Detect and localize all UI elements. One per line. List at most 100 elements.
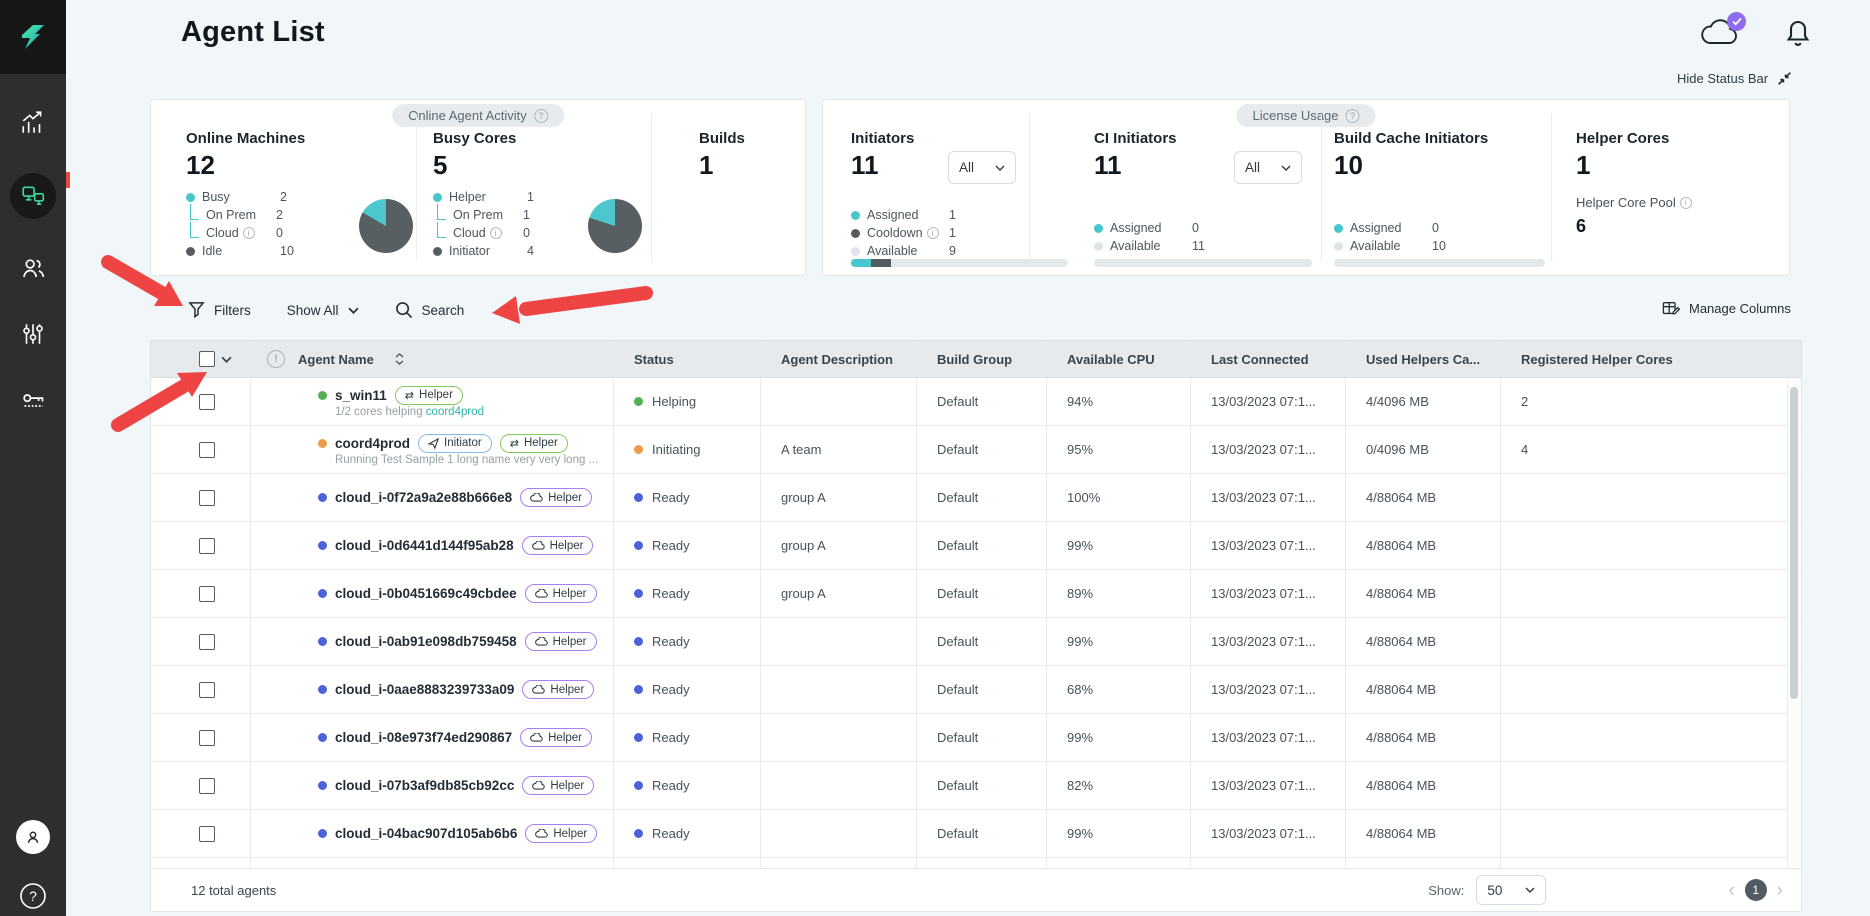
legend-dot — [1334, 242, 1343, 251]
table-row[interactable]: cloud_i-0d6441d144f95ab28 Helper Ready g… — [151, 522, 1801, 570]
header-last-connected[interactable]: Last Connected — [1191, 341, 1346, 377]
agent-list-page: ? Agent List Hide Status Bar — [0, 0, 1870, 916]
info-icon[interactable]: i — [1680, 197, 1692, 209]
filters-button[interactable]: Filters — [188, 301, 251, 319]
registered-helper-cores — [1501, 522, 1801, 569]
info-icon[interactable]: ? — [1346, 109, 1360, 123]
manage-columns-button[interactable]: Manage Columns — [1662, 300, 1791, 317]
sort-icon[interactable] — [395, 353, 404, 365]
agent-description: A team — [761, 426, 917, 473]
scrollbar-thumb[interactable] — [1790, 387, 1798, 699]
page-size-select[interactable]: 50 — [1476, 875, 1546, 905]
status-dot — [634, 685, 643, 694]
cloud-icon — [535, 829, 548, 838]
sidebar-item-users[interactable] — [0, 250, 66, 286]
header-build-group[interactable]: Build Group — [917, 341, 1047, 377]
agent-link[interactable]: coord4prod — [426, 406, 484, 418]
helper-core-pool: Helper Core Pool i — [1576, 195, 1692, 210]
license-key-icon — [20, 388, 47, 415]
page-title: Agent List — [181, 16, 325, 49]
agent-description — [761, 618, 917, 665]
initiators-usage-bar — [851, 259, 1068, 267]
sidebar-user-avatar[interactable] — [0, 820, 66, 854]
table-row[interactable]: cloud_i-04bac907d105ab6b6 Helper Ready D… — [151, 810, 1801, 858]
table-row[interactable]: coord4prod Initiator ⇄Helper Running Tes… — [151, 426, 1801, 474]
online-machines-pie-chart — [359, 199, 413, 253]
build-cache-initiators-metric: Build Cache Initiators 10 — [1334, 130, 1488, 181]
sidebar-item-agents[interactable] — [0, 173, 66, 219]
table-row[interactable]: cloud_i-0aae8883239733a09 Helper Ready D… — [151, 666, 1801, 714]
row-checkbox[interactable] — [199, 778, 215, 794]
cloud-helper-badge: Helper — [520, 728, 592, 747]
table-row[interactable]: cloud_i-08e973f74ed290867 Helper Ready D… — [151, 714, 1801, 762]
helper-badge: ⇄Helper — [395, 386, 463, 405]
row-checkbox[interactable] — [199, 538, 215, 554]
row-checkbox[interactable] — [199, 634, 215, 650]
analytics-chart-icon — [20, 110, 46, 136]
legend-item: Cooldowni 1 — [851, 224, 956, 242]
cloud-helper-badge: Helper — [522, 680, 594, 699]
row-checkbox[interactable] — [199, 682, 215, 698]
info-icon[interactable]: i — [243, 227, 255, 239]
cloud-status-button[interactable] — [1700, 16, 1742, 50]
sidebar-item-license[interactable] — [0, 384, 66, 418]
metric-value: 11 — [851, 150, 914, 181]
legend-dot — [186, 193, 195, 202]
agent-dot — [318, 391, 327, 400]
show-all-dropdown[interactable]: Show All — [287, 303, 359, 318]
table-header-row: ! Agent Name Status Agent Description Bu… — [151, 341, 1801, 378]
metric-title: Initiators — [851, 130, 914, 147]
header-registered-helper-cores[interactable]: Registered Helper Cores — [1501, 341, 1801, 377]
table-row[interactable]: cloud_i-0ab91e098db759458 Helper Ready D… — [151, 618, 1801, 666]
status-label: Ready — [652, 634, 690, 649]
row-checkbox[interactable] — [199, 490, 215, 506]
info-icon[interactable]: i — [927, 227, 939, 239]
ci-initiators-filter-dropdown[interactable]: All — [1234, 151, 1302, 184]
search-button[interactable]: Search — [395, 301, 465, 319]
legend-item: Helper 1 — [433, 188, 534, 206]
status-label: Ready — [652, 826, 690, 841]
row-checkbox[interactable] — [199, 826, 215, 842]
next-page-button[interactable]: › — [1777, 881, 1783, 900]
row-checkbox[interactable] — [199, 442, 215, 458]
cloud-helper-badge: Helper — [522, 776, 594, 795]
current-page-badge[interactable]: 1 — [1745, 879, 1767, 901]
online-agent-activity-panel: Online Agent Activity ? Online Machines … — [150, 99, 806, 276]
header-used-helpers[interactable]: Used Helpers Ca... — [1346, 341, 1501, 377]
cloud-helper-badge: Helper — [520, 488, 592, 507]
agent-dot — [318, 733, 327, 742]
table-row[interactable]: cloud_i-0b0451669c49cbdee Helper Ready g… — [151, 570, 1801, 618]
header-agent-name[interactable]: ! Agent Name — [251, 341, 614, 377]
online-machines-metric: Online Machines 12 Busy 2 On Prem 2 Clou… — [186, 130, 305, 260]
header-status[interactable]: Status — [614, 341, 761, 377]
header-available-cpu[interactable]: Available CPU — [1047, 341, 1191, 377]
info-icon[interactable]: ? — [534, 109, 548, 123]
header-agent-description[interactable]: Agent Description — [761, 341, 917, 377]
sidebar-item-analytics[interactable] — [0, 105, 66, 141]
select-menu-chevron-icon[interactable] — [221, 356, 232, 363]
hide-status-bar-button[interactable]: Hide Status Bar — [1677, 70, 1793, 87]
app-logo[interactable] — [0, 0, 66, 74]
agents-icon — [20, 183, 46, 209]
agent-name: cloud_i-0ab91e098db759458 — [335, 634, 517, 649]
table-row[interactable]: s_win11 ⇄Helper 1/2 cores helping coord4… — [151, 378, 1801, 426]
status-label: Helping — [652, 394, 696, 409]
row-checkbox[interactable] — [199, 394, 215, 410]
table-scrollbar[interactable] — [1787, 379, 1800, 868]
metric-value: 12 — [186, 150, 305, 181]
prev-page-button[interactable]: ‹ — [1728, 881, 1734, 900]
sidebar-help[interactable]: ? — [0, 880, 66, 912]
table-row[interactable]: cloud_i-07b3af9db85cb92cc Helper Ready D… — [151, 762, 1801, 810]
select-all-checkbox[interactable] — [199, 351, 215, 367]
build-cache-initiators-legend: Assigned 0 Available 10 — [1334, 219, 1446, 255]
table-footer: 12 total agents Show: 50 ‹ 1 › — [150, 868, 1802, 912]
row-checkbox[interactable] — [199, 586, 215, 602]
sidebar-item-settings[interactable] — [0, 316, 66, 352]
notifications-button[interactable] — [1784, 16, 1812, 54]
row-checkbox[interactable] — [199, 730, 215, 746]
agent-description — [761, 666, 917, 713]
initiators-filter-dropdown[interactable]: All — [948, 151, 1016, 184]
info-icon[interactable]: i — [490, 227, 502, 239]
table-row[interactable]: cloud_i-0f72a9a2e88b666e8 Helper Ready g… — [151, 474, 1801, 522]
collapse-icon — [1776, 70, 1793, 87]
